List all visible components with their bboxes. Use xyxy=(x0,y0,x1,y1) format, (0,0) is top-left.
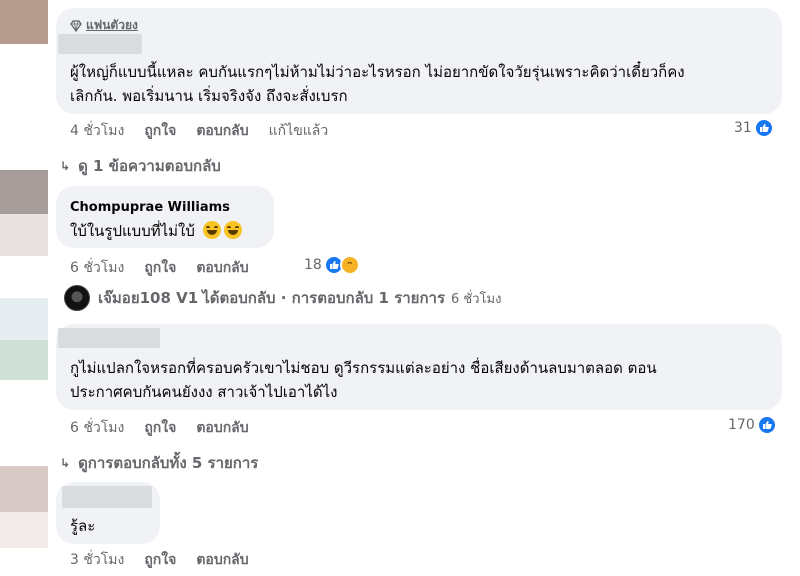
comment-text-line: เลิกกัน. พอเริ่มนาน เริ่มจริงจัง ถึงจะสั… xyxy=(70,87,348,105)
diamond-icon xyxy=(70,19,82,32)
like-button[interactable]: ถูกใจ xyxy=(144,417,176,439)
reaction-count: 31 xyxy=(734,120,752,136)
reply-summary: ได้ตอบกลับ · การตอบกลับ 1 รายการ xyxy=(202,289,446,307)
comment-text-line: ผู้ใหญ่ก็แบบนี้แหละ คบกันแรกๆไม่ห้ามไม่ว… xyxy=(70,63,685,81)
reply-preview[interactable]: เจ๊มอย108 V1 ได้ตอบกลับ · การตอบกลับ 1 ร… xyxy=(64,285,501,311)
avatar[interactable] xyxy=(0,466,48,512)
comment-actions: 3 ชั่วโมง ถูกใจ ตอบกลับ xyxy=(70,549,269,571)
reply-button[interactable]: ตอบกลับ xyxy=(196,417,248,439)
author-name[interactable] xyxy=(62,486,152,508)
reply-time: 6 ชั่วโมง xyxy=(451,291,502,307)
author-name[interactable] xyxy=(58,328,160,348)
avatar-blur-lower xyxy=(0,340,48,380)
timestamp[interactable]: 4 ชั่วโมง xyxy=(70,120,124,142)
author-name[interactable]: Chompuprae Williams xyxy=(70,200,230,215)
reaction-count: 170 xyxy=(728,417,755,433)
timestamp[interactable]: 3 ชั่วโมง xyxy=(70,549,124,571)
comment-text-value: ใบ้ในรูปแบบที่ไม่ใบ้ xyxy=(70,222,195,240)
avatar-blur-lower xyxy=(0,214,48,256)
comment-text: รู้ละ xyxy=(70,517,96,535)
comment-text-line: กูไม่แปลกใจหรอกที่ครอบครัวเขาไม่ชอบ ดูวี… xyxy=(70,359,657,377)
reply-button[interactable]: ตอบกลับ xyxy=(196,549,248,571)
comment-text-line: ประกาศคบกันคนยังงง สาวเจ้าไปเอาได้ไง xyxy=(70,383,338,401)
comment-actions: 6 ชั่วโมง ถูกใจ ตอบกลับ xyxy=(70,417,269,439)
view-replies-label: ดู 1 ข้อความตอบกลับ xyxy=(78,157,221,175)
replier-name[interactable]: เจ๊มอย108 V1 xyxy=(98,286,198,310)
author-name[interactable] xyxy=(58,34,142,54)
reaction-summary[interactable]: 18 ᵔ xyxy=(304,255,360,275)
edited-label[interactable]: แก้ไขแล้ว xyxy=(269,120,329,142)
comment-actions: 6 ชั่วโมง ถูกใจ ตอบกลับ xyxy=(70,257,269,279)
haha-reaction-icon: ᵔ xyxy=(339,255,360,275)
replier-avatar[interactable] xyxy=(64,285,90,311)
like-reaction-icon xyxy=(753,118,774,138)
timestamp[interactable]: 6 ชั่วโมง xyxy=(70,417,124,439)
top-fan-badge[interactable]: แฟนตัวยง xyxy=(70,16,138,35)
timestamp[interactable]: 6 ชั่วโมง xyxy=(70,257,124,279)
avatar[interactable] xyxy=(0,170,48,214)
view-replies-label: ดูการตอบกลับทั้ง 5 รายการ xyxy=(78,454,259,472)
view-all-replies-link[interactable]: ↳ ดูการตอบกลับทั้ง 5 รายการ xyxy=(60,451,258,475)
chevron-arrow-icon: ↳ xyxy=(60,456,71,470)
chevron-arrow-icon: ↳ xyxy=(60,159,71,173)
like-button[interactable]: ถูกใจ xyxy=(144,257,176,279)
laughing-emoji-icon xyxy=(202,221,221,239)
laughing-emoji-icon xyxy=(223,221,242,239)
reply-button[interactable]: ตอบกลับ xyxy=(196,257,248,279)
badge-label-text: แฟนตัวยง xyxy=(86,18,138,32)
like-button[interactable]: ถูกใจ xyxy=(144,120,176,142)
like-button[interactable]: ถูกใจ xyxy=(144,549,176,571)
like-reaction-icon xyxy=(756,415,777,435)
reaction-count: 18 xyxy=(304,257,322,273)
avatar-blur-lower xyxy=(0,512,48,548)
avatar[interactable] xyxy=(0,298,48,340)
reaction-summary[interactable]: 170 xyxy=(728,415,777,435)
view-replies-link[interactable]: ↳ ดู 1 ข้อความตอบกลับ xyxy=(60,154,221,178)
reply-button[interactable]: ตอบกลับ xyxy=(196,120,248,142)
comment-actions: 4 ชั่วโมง ถูกใจ ตอบกลับ แก้ไขแล้ว xyxy=(70,120,348,142)
avatar[interactable] xyxy=(0,0,48,44)
comment-text: ใบ้ในรูปแบบที่ไม่ใบ้ xyxy=(70,219,242,243)
reaction-summary[interactable]: 31 xyxy=(734,118,774,138)
